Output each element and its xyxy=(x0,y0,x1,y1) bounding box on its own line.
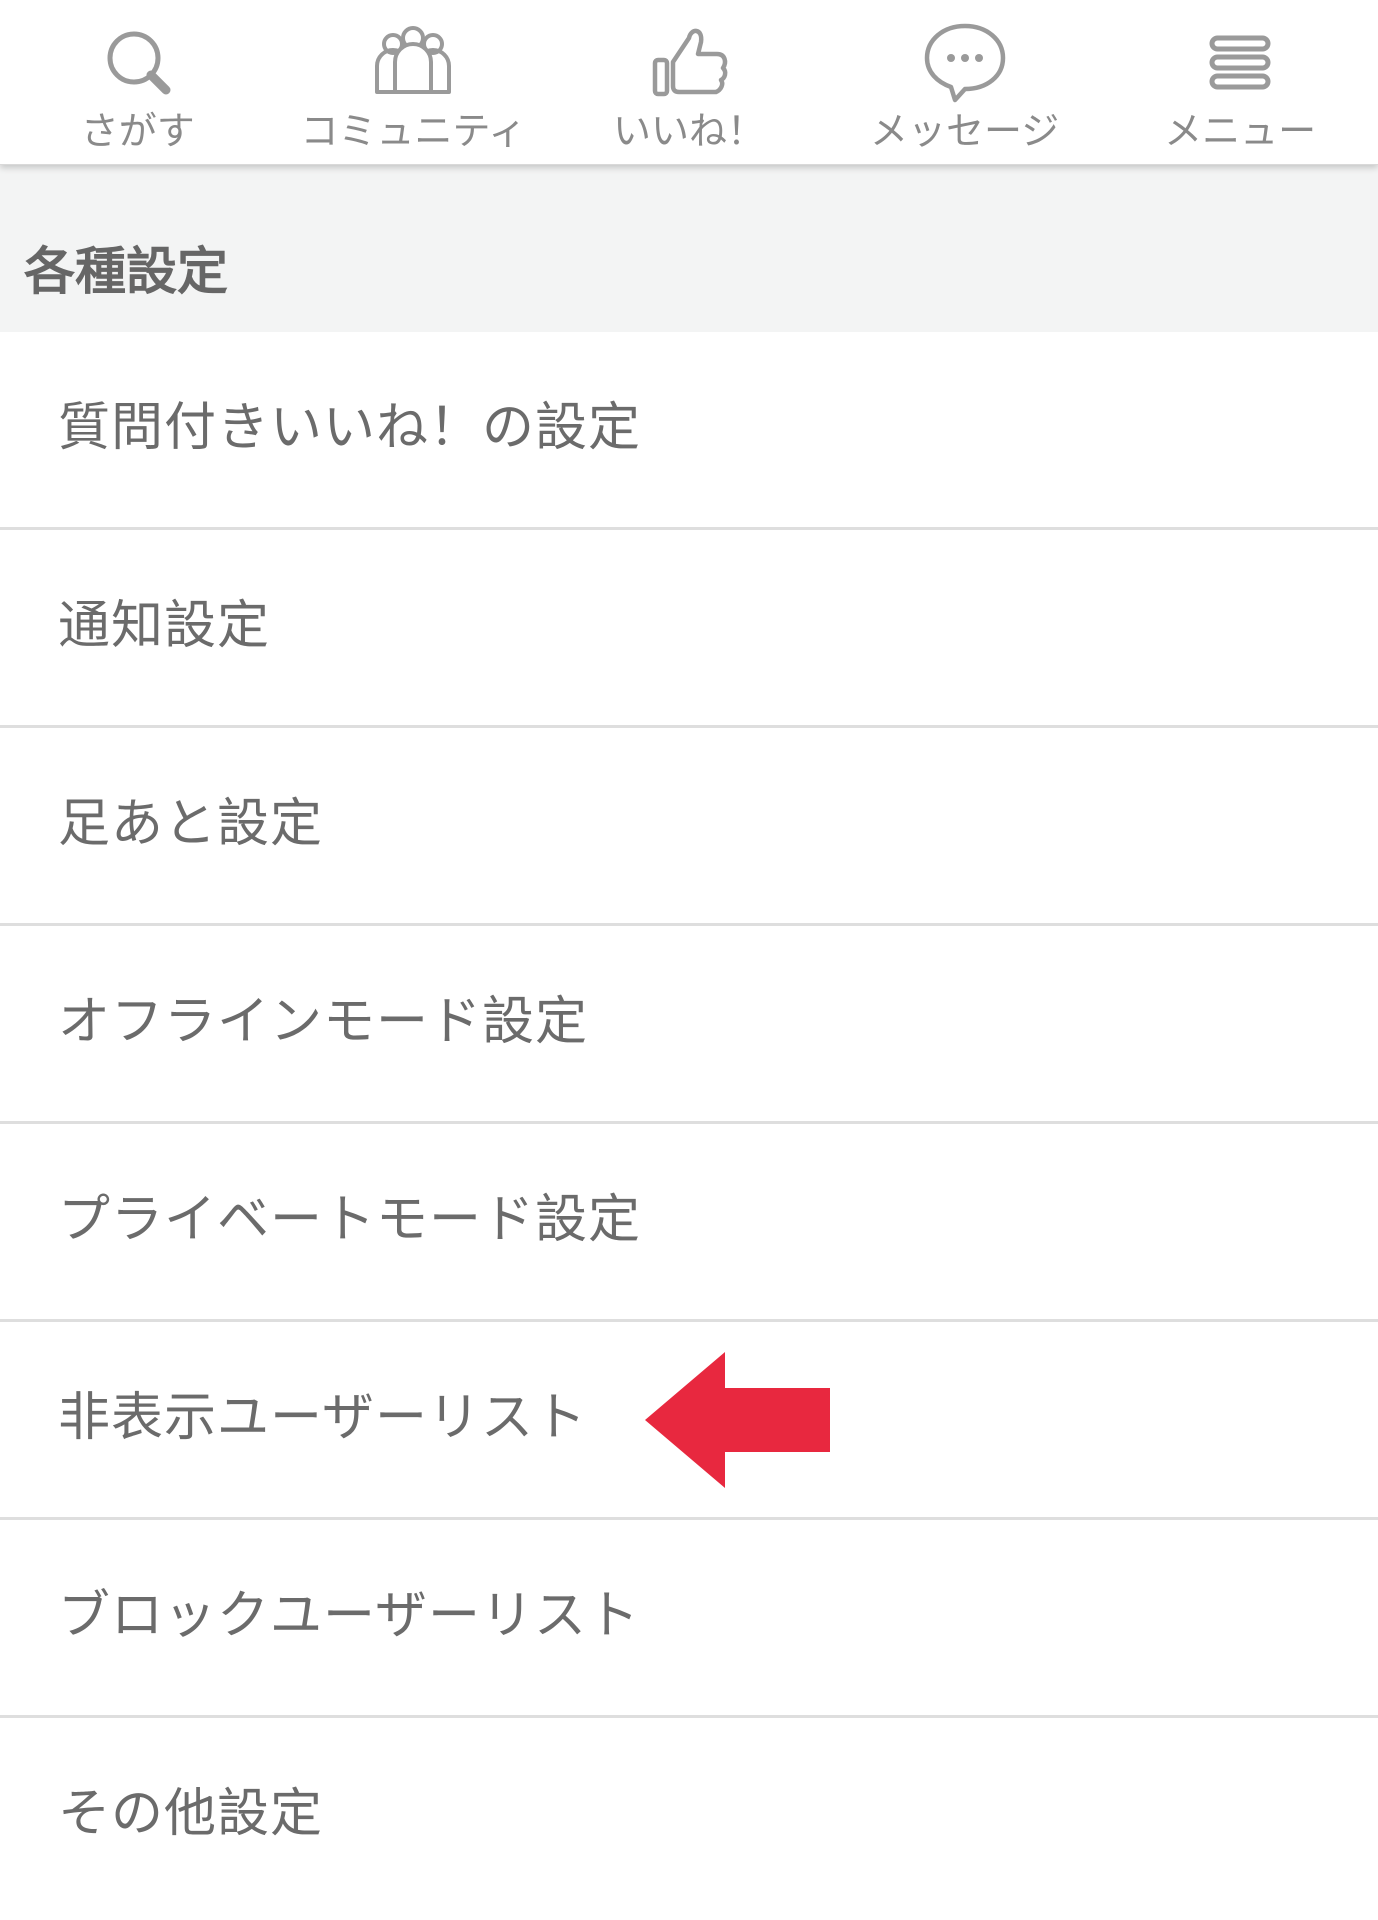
tab-messages-label: メッセージ xyxy=(869,109,1060,153)
red-arrow-left-icon xyxy=(645,1352,830,1488)
tab-search-label: さがす xyxy=(80,109,195,153)
message-bubble-icon xyxy=(924,23,1005,103)
tab-menu[interactable]: メニュー xyxy=(1102,0,1378,164)
settings-item-label: 質問付きいいね！の設定 xyxy=(58,398,642,458)
settings-item-label: 非表示ユーザーリスト xyxy=(58,1388,587,1448)
settings-item-notifications[interactable]: 通知設定 xyxy=(0,530,1378,728)
settings-list: 質問付きいいね！の設定 通知設定 足あと設定 オフラインモード設定 プライベート… xyxy=(0,332,1378,1916)
tab-search[interactable]: さがす xyxy=(0,0,276,164)
search-icon xyxy=(107,31,171,95)
settings-item-offline-mode[interactable]: オフラインモード設定 xyxy=(0,926,1378,1124)
settings-item-label: その他設定 xyxy=(58,1784,324,1844)
section-title: 各種設定 xyxy=(24,243,229,302)
settings-section-header: 各種設定 xyxy=(0,165,1378,332)
settings-item-label: 足あと設定 xyxy=(58,794,324,854)
tab-bar: さがす コミュニティ いいね！ メッセージ メニュー xyxy=(0,0,1378,165)
settings-item-label: 通知設定 xyxy=(58,596,271,656)
tab-community-label: コミュニティ xyxy=(300,109,527,153)
thumbs-up-icon xyxy=(652,28,728,97)
tab-like[interactable]: いいね！ xyxy=(551,0,827,164)
tab-menu-label: メニュー xyxy=(1164,109,1317,153)
settings-item-label: ブロックユーザーリスト xyxy=(58,1586,640,1646)
settings-item-label: プライベートモード設定 xyxy=(58,1190,642,1250)
tab-messages[interactable]: メッセージ xyxy=(827,0,1103,164)
settings-item-blocked-users[interactable]: ブロックユーザーリスト xyxy=(0,1520,1378,1718)
settings-item-other[interactable]: その他設定 xyxy=(0,1718,1378,1916)
settings-item-label: オフラインモード設定 xyxy=(58,992,589,1052)
settings-item-footprints[interactable]: 足あと設定 xyxy=(0,728,1378,926)
settings-item-private-mode[interactable]: プライベートモード設定 xyxy=(0,1124,1378,1322)
tab-like-label: いいね！ xyxy=(612,109,765,153)
community-icon xyxy=(375,26,452,94)
tab-community[interactable]: コミュニティ xyxy=(276,0,552,164)
settings-item-question-like[interactable]: 質問付きいいね！の設定 xyxy=(0,332,1378,530)
hamburger-menu-icon xyxy=(1209,35,1271,90)
